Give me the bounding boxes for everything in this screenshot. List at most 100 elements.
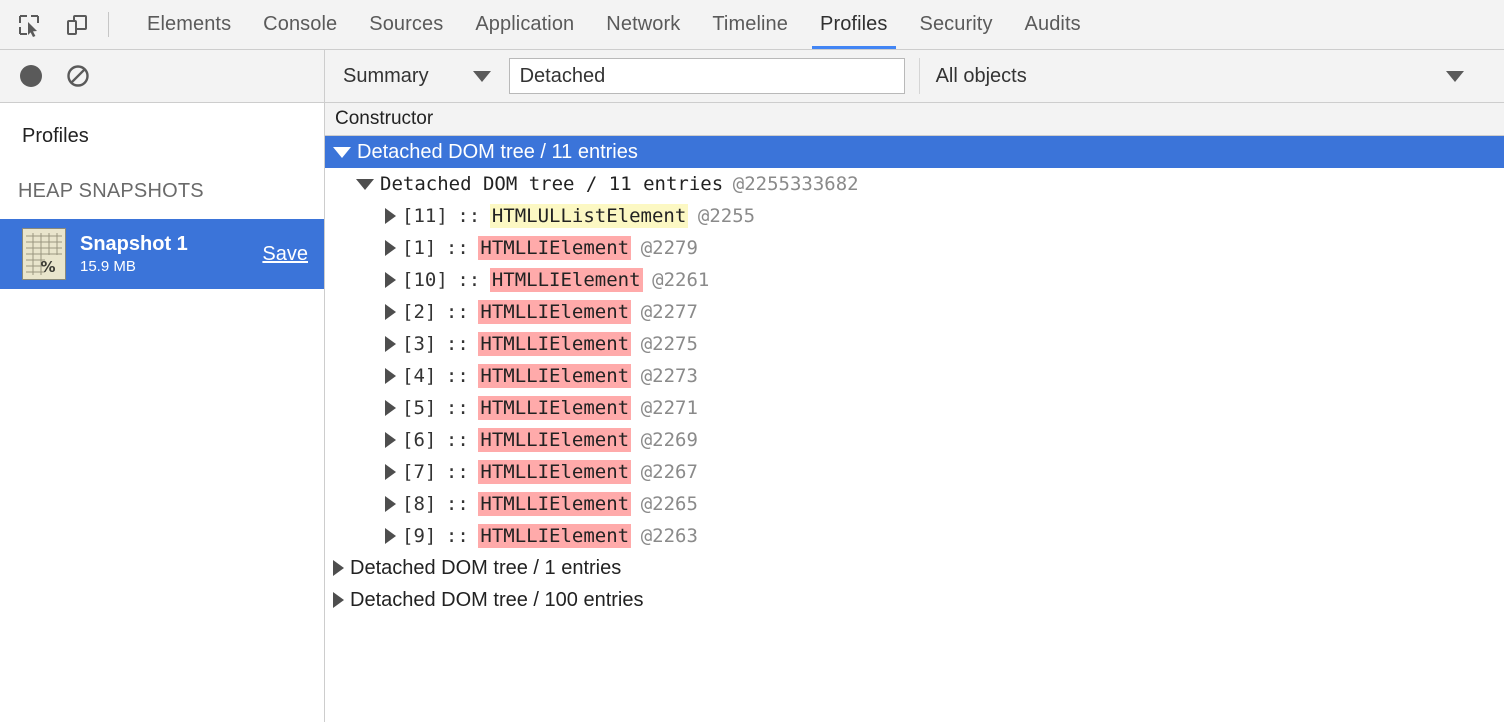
row-class-name: HTMLLIElement: [478, 332, 631, 356]
row-index: [10]: [402, 269, 448, 291]
table-row[interactable]: [4] :: HTMLLIElement @2273: [325, 360, 1504, 392]
tab-label: Profiles: [820, 13, 888, 36]
row-address: @2255: [698, 205, 755, 227]
triangle-expanded-icon[interactable]: [356, 179, 374, 190]
row-separator: ::: [446, 397, 469, 419]
row-separator: ::: [446, 365, 469, 387]
row-class-name: HTMLLIElement: [478, 428, 631, 452]
row-address: @2273: [641, 365, 698, 387]
triangle-collapsed-icon[interactable]: [385, 464, 396, 480]
profiles-sidebar: Profiles HEAP SNAPSHOTS: [0, 50, 325, 722]
snapshot-meta: Snapshot 1 15.9 MB: [80, 233, 262, 275]
row-index: [1]: [402, 237, 436, 259]
row-index: [4]: [402, 365, 436, 387]
row-address: @2267: [641, 461, 698, 483]
table-row[interactable]: Detached DOM tree / 100 entries: [325, 584, 1504, 616]
snapshot-list-item[interactable]: % Snapshot 1 15.9 MB Save: [0, 219, 324, 289]
view-mode-select[interactable]: Summary: [343, 65, 509, 88]
triangle-collapsed-icon[interactable]: [333, 560, 344, 576]
row-class-name: HTMLLIElement: [478, 396, 631, 420]
table-row[interactable]: [10] :: HTMLLIElement @2261: [325, 264, 1504, 296]
triangle-collapsed-icon[interactable]: [385, 272, 396, 288]
tab-label: Network: [606, 13, 680, 36]
triangle-collapsed-icon[interactable]: [385, 432, 396, 448]
row-class-name: HTMLLIElement: [478, 236, 631, 260]
table-row[interactable]: [11] :: HTMLULListElement @2255: [325, 200, 1504, 232]
row-index: [5]: [402, 397, 436, 419]
tab-timeline[interactable]: Timeline: [696, 0, 804, 49]
devtools-body: Profiles HEAP SNAPSHOTS: [0, 50, 1504, 722]
snapshot-save-link[interactable]: Save: [262, 243, 308, 266]
row-label: Detached DOM tree / 100 entries: [350, 589, 643, 612]
triangle-collapsed-icon[interactable]: [333, 592, 344, 608]
table-row[interactable]: [6] :: HTMLLIElement @2269: [325, 424, 1504, 456]
row-address: @2263: [641, 525, 698, 547]
row-separator: ::: [446, 461, 469, 483]
tab-label: Sources: [369, 13, 443, 36]
triangle-collapsed-icon[interactable]: [385, 208, 396, 224]
tab-label: Audits: [1025, 13, 1081, 36]
tab-sources[interactable]: Sources: [353, 0, 459, 49]
row-address: @2261: [652, 269, 709, 291]
row-class-name: HTMLLIElement: [478, 492, 631, 516]
triangle-collapsed-icon[interactable]: [385, 368, 396, 384]
table-row[interactable]: Detached DOM tree / 1 entries: [325, 552, 1504, 584]
constructor-column-header[interactable]: Constructor: [325, 103, 1504, 136]
triangle-expanded-icon[interactable]: [333, 147, 351, 158]
row-class-name: HTMLLIElement: [478, 460, 631, 484]
row-index: [2]: [402, 301, 436, 323]
table-row[interactable]: Detached DOM tree / 11 entries: [325, 136, 1504, 168]
record-button-icon[interactable]: [20, 65, 42, 87]
heap-snapshots-section-header: HEAP SNAPSHOTS: [0, 148, 324, 203]
table-row[interactable]: [9] :: HTMLLIElement @2263: [325, 520, 1504, 552]
object-scope-select[interactable]: All objects: [919, 58, 1504, 94]
triangle-collapsed-icon[interactable]: [385, 496, 396, 512]
tab-network[interactable]: Network: [590, 0, 696, 49]
triangle-collapsed-icon[interactable]: [385, 240, 396, 256]
row-index: [8]: [402, 493, 436, 515]
inspect-element-icon[interactable]: [14, 10, 44, 40]
table-row[interactable]: [3] :: HTMLLIElement @2275: [325, 328, 1504, 360]
table-row[interactable]: [7] :: HTMLLIElement @2267: [325, 456, 1504, 488]
clear-profiles-icon[interactable]: [66, 64, 90, 88]
row-separator: ::: [457, 205, 480, 227]
row-label: Detached DOM tree / 1 entries: [350, 557, 621, 580]
tab-label: Timeline: [712, 13, 788, 36]
table-row[interactable]: Detached DOM tree / 11 entries @22553336…: [325, 168, 1504, 200]
triangle-collapsed-icon[interactable]: [385, 400, 396, 416]
row-class-name: HTMLLIElement: [478, 364, 631, 388]
svg-text:%: %: [40, 258, 55, 276]
row-class-name: HTMLLIElement: [478, 524, 631, 548]
table-row[interactable]: [8] :: HTMLLIElement @2265: [325, 488, 1504, 520]
tab-label: Elements: [147, 13, 231, 36]
tab-audits[interactable]: Audits: [1009, 0, 1097, 49]
table-row[interactable]: [2] :: HTMLLIElement @2277: [325, 296, 1504, 328]
row-address: @2271: [641, 397, 698, 419]
class-filter-input[interactable]: [509, 58, 905, 94]
triangle-collapsed-icon[interactable]: [385, 528, 396, 544]
row-separator: ::: [446, 493, 469, 515]
profiles-title: Profiles: [0, 103, 324, 148]
triangle-collapsed-icon[interactable]: [385, 304, 396, 320]
tab-profiles[interactable]: Profiles: [804, 0, 904, 49]
row-label: Detached DOM tree / 11 entries: [380, 173, 723, 195]
row-index: [6]: [402, 429, 436, 451]
triangle-collapsed-icon[interactable]: [385, 336, 396, 352]
tab-elements[interactable]: Elements: [131, 0, 247, 49]
snapshot-name: Snapshot 1: [80, 233, 262, 256]
row-separator: ::: [446, 301, 469, 323]
row-separator: ::: [446, 237, 469, 259]
row-address: @2277: [641, 301, 698, 323]
profiles-sidebar-content: Profiles HEAP SNAPSHOTS: [0, 103, 324, 722]
row-address: @2279: [641, 237, 698, 259]
tab-security[interactable]: Security: [904, 0, 1009, 49]
tab-application[interactable]: Application: [459, 0, 590, 49]
table-row[interactable]: [5] :: HTMLLIElement @2271: [325, 392, 1504, 424]
row-class-name: HTMLLIElement: [490, 268, 643, 292]
row-separator: ::: [457, 269, 480, 291]
table-row[interactable]: [1] :: HTMLLIElement @2279: [325, 232, 1504, 264]
devtools-tab-bar: Elements Console Sources Application Net…: [0, 0, 1504, 50]
device-toolbar-icon[interactable]: [62, 10, 92, 40]
tab-console[interactable]: Console: [247, 0, 353, 49]
row-index: [11]: [402, 205, 448, 227]
